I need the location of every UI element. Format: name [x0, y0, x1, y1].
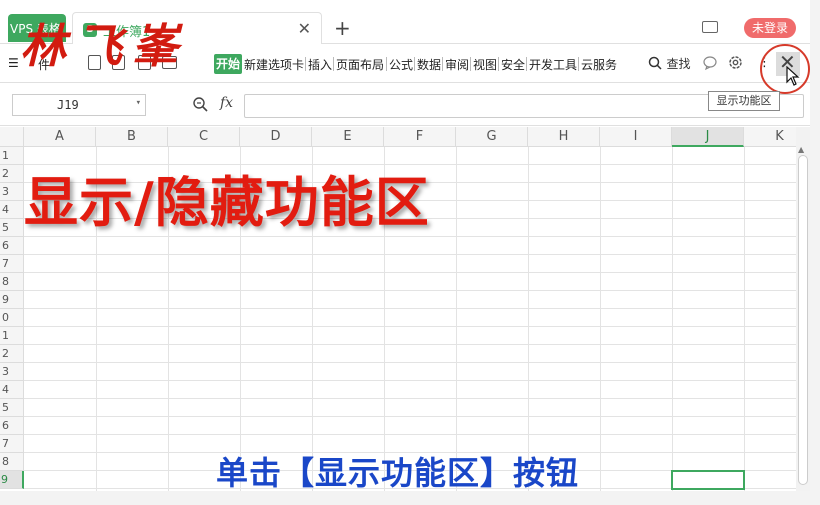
calligraphy-logo: 林飞峯: [20, 19, 188, 73]
login-button[interactable]: 未登录: [744, 18, 796, 38]
spreadsheet-window: VPS 表格 S 工作簿1 ✕ + 未登录 林飞峯 ☰ 件 开始 新建选项卡 插…: [0, 0, 820, 505]
column-header[interactable]: E: [312, 127, 384, 147]
menu-insert[interactable]: 插入: [308, 56, 332, 73]
row-header[interactable]: 3: [0, 363, 24, 381]
window-layout-icon[interactable]: [702, 21, 718, 33]
grid-line: [24, 308, 796, 309]
scroll-up-icon[interactable]: ▲: [798, 145, 804, 154]
chevron-down-icon[interactable]: ▾: [136, 98, 141, 108]
name-box[interactable]: J19 ▾: [12, 94, 146, 116]
row-header[interactable]: 6: [0, 237, 24, 255]
menu-start[interactable]: 开始: [214, 54, 242, 74]
column-header[interactable]: J: [672, 127, 744, 147]
menu-separator: [414, 57, 415, 71]
row-header[interactable]: 6: [0, 417, 24, 435]
menu-developer[interactable]: 开发工具: [529, 56, 577, 73]
menu-separator: [470, 57, 471, 71]
select-all-corner[interactable]: [0, 127, 24, 147]
row-header[interactable]: 4: [0, 201, 24, 219]
hamburger-menu-icon[interactable]: ☰: [8, 56, 19, 70]
grid-line: [24, 434, 796, 435]
menu-separator: [333, 57, 334, 71]
menu-separator: [386, 57, 387, 71]
comment-icon[interactable]: [702, 55, 718, 74]
menu-data[interactable]: 数据: [417, 56, 441, 73]
column-header[interactable]: F: [384, 127, 456, 147]
close-tab-icon[interactable]: ✕: [298, 19, 311, 38]
row-header[interactable]: 4: [0, 381, 24, 399]
grid-line: [24, 344, 796, 345]
search-icon: [648, 56, 662, 70]
row-header[interactable]: 2: [0, 165, 24, 183]
row-header[interactable]: 1: [0, 327, 24, 345]
row-header[interactable]: 7: [0, 255, 24, 273]
grid-line: [24, 254, 796, 255]
row-header[interactable]: 0: [0, 309, 24, 327]
row-header[interactable]: 1: [0, 147, 24, 165]
menu-view[interactable]: 视图: [473, 56, 497, 73]
row-header[interactable]: 2: [0, 345, 24, 363]
menu-separator: [578, 57, 579, 71]
row-header[interactable]: 5: [0, 399, 24, 417]
scroll-thumb[interactable]: [798, 155, 808, 485]
overlay-caption: 单击【显示功能区】按钮: [216, 454, 580, 492]
row-header[interactable]: 8: [0, 273, 24, 291]
menu-page-layout[interactable]: 页面布局: [336, 56, 384, 73]
mouse-cursor-icon: [786, 65, 800, 91]
add-tab-button[interactable]: +: [334, 16, 351, 40]
row-header[interactable]: 5: [0, 219, 24, 237]
highlight-circle: [760, 44, 810, 94]
menu-separator: [305, 57, 306, 71]
formula-bar: J19 ▾ fx: [0, 84, 810, 126]
overlay-title: 显示/隐藏功能区: [24, 171, 430, 234]
row-header[interactable]: 9: [0, 471, 24, 489]
grid-line: [24, 326, 796, 327]
menu-separator: [498, 57, 499, 71]
insert-function-icon[interactable]: fx: [220, 95, 233, 111]
column-header[interactable]: A: [24, 127, 96, 147]
grid-line: [24, 290, 796, 291]
menu-cloud[interactable]: 云服务: [581, 56, 617, 73]
column-header[interactable]: H: [528, 127, 600, 147]
column-header[interactable]: C: [168, 127, 240, 147]
grid-line: [24, 272, 796, 273]
column-header[interactable]: B: [96, 127, 168, 147]
menu-formulas[interactable]: 公式: [389, 56, 413, 73]
gear-icon[interactable]: [727, 54, 744, 74]
row-header[interactable]: 8: [0, 453, 24, 471]
menu-new-tab[interactable]: 新建选项卡: [244, 56, 304, 73]
menu-security[interactable]: 安全: [501, 56, 525, 73]
search-label: 查找: [666, 57, 691, 71]
grid-line: [24, 362, 796, 363]
row-header[interactable]: 3: [0, 183, 24, 201]
menu-review[interactable]: 审阅: [445, 56, 469, 73]
search-button[interactable]: 查找: [648, 55, 690, 72]
column-header[interactable]: I: [600, 127, 672, 147]
zoom-formula-icon[interactable]: [192, 96, 208, 116]
menu-separator: [526, 57, 527, 71]
grid-line: [24, 398, 796, 399]
cell-reference: J19: [57, 98, 79, 112]
grid-line: [24, 380, 796, 381]
tooltip-show-ribbon: 显示功能区: [708, 91, 780, 111]
column-header[interactable]: G: [456, 127, 528, 147]
row-header[interactable]: 9: [0, 291, 24, 309]
selected-cell[interactable]: [671, 470, 745, 490]
column-header[interactable]: D: [240, 127, 312, 147]
row-header[interactable]: 7: [0, 435, 24, 453]
vertical-scrollbar[interactable]: ▲: [796, 127, 810, 491]
grid-line: [24, 416, 796, 417]
menu-separator: [442, 57, 443, 71]
column-header[interactable]: K: [744, 127, 796, 147]
